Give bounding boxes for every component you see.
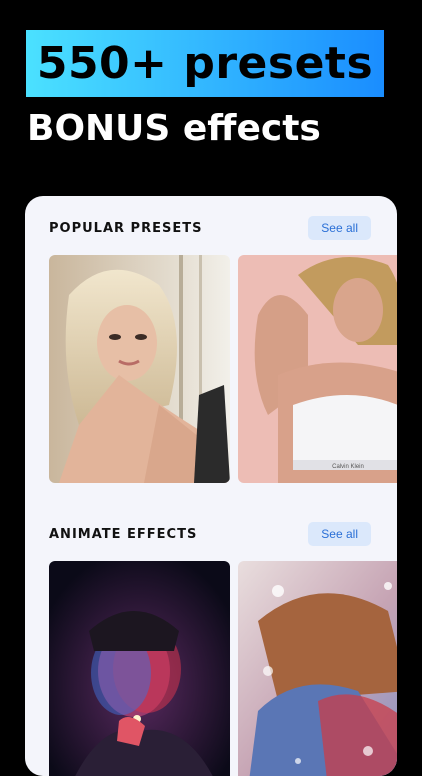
animate-effects-title: ANIMATE EFFECTS — [49, 526, 198, 542]
headline: 550+ presets — [36, 38, 374, 89]
animate-effects-header: ANIMATE EFFECTS See all — [49, 521, 371, 547]
headline-banner: 550+ presets — [26, 30, 384, 97]
popular-presets-row[interactable]: Calvin Klein — [49, 255, 397, 483]
popular-presets-see-all-button[interactable]: See all — [308, 216, 371, 240]
effect-thumbnail[interactable] — [238, 561, 397, 776]
popular-presets-header: POPULAR PRESETS See all — [49, 215, 371, 241]
subheadline: BONUS effects — [27, 108, 321, 149]
presets-card: POPULAR PRESETS See all Calvin Klein ANI… — [25, 196, 397, 776]
preset-thumbnail[interactable] — [49, 255, 230, 483]
effect-thumbnail[interactable] — [49, 561, 230, 776]
popular-presets-title: POPULAR PRESETS — [49, 220, 203, 236]
bra-brand-text: Calvin Klein — [332, 464, 364, 470]
animate-effects-row[interactable] — [49, 561, 397, 776]
animate-effects-see-all-button[interactable]: See all — [308, 522, 371, 546]
preset-thumbnail[interactable]: Calvin Klein — [238, 255, 397, 483]
